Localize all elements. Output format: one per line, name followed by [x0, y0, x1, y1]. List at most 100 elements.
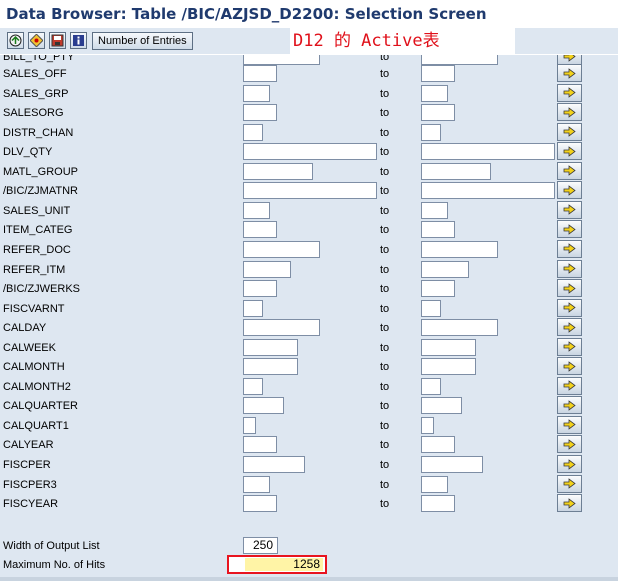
selection-row: CALMONTH2 to	[0, 376, 618, 396]
multiple-selection-button[interactable]	[557, 259, 582, 278]
low-value-input[interactable]	[243, 377, 263, 395]
selection-row: CALWEEK to	[0, 337, 618, 357]
execute-button[interactable]	[7, 32, 24, 49]
low-value-input[interactable]	[243, 240, 320, 258]
low-value-input[interactable]	[243, 162, 313, 180]
multiple-selection-button[interactable]	[557, 455, 582, 473]
save-variant-button[interactable]	[49, 32, 66, 49]
low-value-input[interactable]	[243, 84, 270, 102]
low-value-input[interactable]	[243, 182, 377, 200]
high-value-input[interactable]	[421, 201, 448, 219]
high-value-input[interactable]	[421, 299, 441, 317]
low-value-input[interactable]	[243, 65, 277, 82]
low-value-input[interactable]	[243, 416, 256, 434]
high-value-input[interactable]	[421, 495, 455, 513]
high-value-input[interactable]	[421, 84, 448, 102]
high-value-input[interactable]	[421, 260, 469, 278]
low-value-input[interactable]	[243, 280, 277, 298]
field-label: BILL_TO_PTY	[3, 55, 75, 63]
to-label: to	[380, 146, 390, 159]
multiple-selection-button[interactable]	[557, 64, 582, 82]
arrow-right-icon	[563, 380, 576, 392]
to-label: to	[380, 243, 390, 256]
high-value-input[interactable]	[421, 123, 441, 141]
selection-row: CALYEAR to	[0, 435, 618, 454]
high-value-input[interactable]	[421, 456, 483, 473]
multiple-selection-button[interactable]	[557, 396, 582, 415]
number-of-entries-button[interactable]: Number of Entries	[92, 32, 193, 50]
selection-row: CALDAY to	[0, 318, 618, 337]
high-value-input[interactable]	[421, 280, 455, 298]
multiple-selection-button[interactable]	[557, 337, 582, 356]
info-button[interactable]	[70, 32, 87, 49]
multiple-selection-button[interactable]	[557, 239, 582, 258]
high-value-input[interactable]	[421, 358, 476, 376]
multiple-selection-button[interactable]	[557, 220, 582, 239]
high-value-input[interactable]	[421, 475, 448, 493]
low-value-input[interactable]	[243, 338, 298, 356]
multiple-selection-button[interactable]	[557, 200, 582, 219]
low-value-input[interactable]	[243, 299, 263, 317]
high-value-input[interactable]	[421, 397, 462, 415]
high-value-input[interactable]	[421, 436, 455, 454]
multiple-selection-button[interactable]	[557, 181, 582, 200]
field-label: CALQUART1	[3, 419, 69, 432]
selection-row: REFER_DOC to	[0, 239, 618, 259]
max-hits-field[interactable]: 1258	[245, 558, 323, 571]
multiple-selection-button[interactable]	[557, 279, 582, 298]
multiple-selection-button[interactable]	[557, 474, 582, 493]
low-value-input[interactable]	[243, 456, 305, 473]
high-value-input[interactable]	[421, 377, 441, 395]
multiple-selection-button[interactable]	[557, 318, 582, 337]
field-label: CALMONTH	[3, 361, 65, 374]
low-value-input[interactable]	[243, 123, 263, 141]
low-value-input[interactable]	[243, 397, 284, 415]
arrow-right-icon	[563, 360, 576, 372]
high-value-input[interactable]	[421, 65, 455, 82]
multiple-selection-button[interactable]	[557, 357, 582, 376]
field-label: DLV_QTY	[3, 146, 53, 159]
high-value-input[interactable]	[421, 319, 498, 337]
low-value-input[interactable]	[243, 143, 377, 161]
low-value-input[interactable]	[243, 104, 277, 122]
arrow-right-icon	[563, 321, 576, 333]
high-value-input[interactable]	[421, 162, 491, 180]
multiple-selection-button[interactable]	[557, 376, 582, 395]
multiple-selection-button[interactable]	[557, 103, 582, 122]
low-value-input[interactable]	[243, 358, 298, 376]
to-label: to	[380, 459, 390, 471]
to-label: to	[380, 439, 390, 452]
low-value-input[interactable]	[243, 201, 270, 219]
high-value-input[interactable]	[421, 240, 498, 258]
output-width-field[interactable]: 250	[243, 537, 278, 554]
selection-row: CALQUART1 to	[0, 415, 618, 435]
low-value-input[interactable]	[243, 495, 277, 513]
low-value-input[interactable]	[243, 475, 270, 493]
high-value-input[interactable]	[421, 221, 455, 239]
multiple-selection-button[interactable]	[557, 83, 582, 102]
high-value-input[interactable]	[421, 338, 476, 356]
selection-row: /BIC/ZJWERKS to	[0, 279, 618, 298]
arrow-right-icon	[563, 282, 576, 294]
high-value-input[interactable]	[421, 143, 555, 161]
multiple-selection-button[interactable]	[557, 494, 582, 513]
multiple-selection-button[interactable]	[557, 298, 582, 317]
high-value-input[interactable]	[421, 416, 434, 434]
low-value-input[interactable]	[243, 436, 277, 454]
multiple-selection-button[interactable]	[557, 161, 582, 180]
low-value-input[interactable]	[243, 221, 277, 239]
selection-row: ITEM_CATEG to	[0, 220, 618, 239]
multiple-selection-button[interactable]	[557, 122, 582, 141]
arrow-right-icon	[563, 184, 576, 196]
to-label: to	[380, 400, 390, 413]
high-value-input[interactable]	[421, 104, 455, 122]
high-value-input[interactable]	[421, 182, 555, 200]
multiple-selection-button[interactable]	[557, 142, 582, 161]
arrow-right-icon	[563, 165, 576, 177]
multiple-selection-button[interactable]	[557, 415, 582, 434]
get-variant-button[interactable]	[28, 32, 45, 49]
field-label: CALYEAR	[3, 439, 54, 452]
multiple-selection-button[interactable]	[557, 435, 582, 454]
low-value-input[interactable]	[243, 319, 320, 337]
low-value-input[interactable]	[243, 260, 291, 278]
